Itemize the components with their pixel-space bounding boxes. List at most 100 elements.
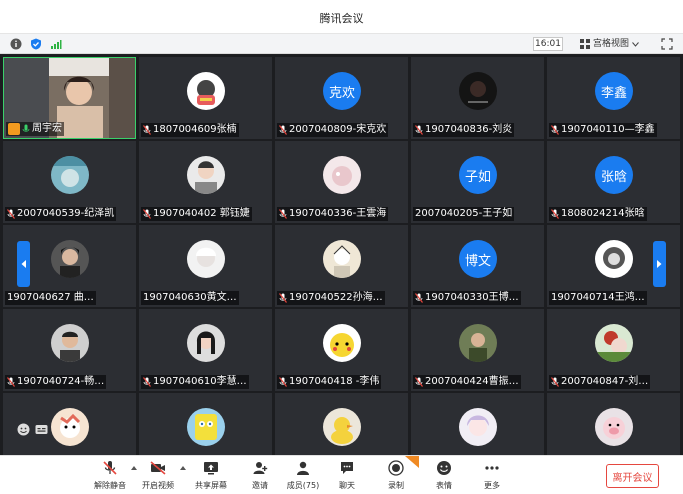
chat-button[interactable]: 聊天 [327, 460, 367, 492]
invite-user-icon [253, 462, 268, 474]
title-bar: 腾讯会议 [0, 0, 683, 34]
avatar [595, 240, 633, 278]
participant-name: 2007040847-刘… [549, 375, 651, 389]
avatar [187, 240, 225, 278]
emoji-label: 表情 [436, 481, 452, 490]
start-video-button[interactable]: 开启视频 [138, 460, 178, 492]
participant-name-text: 1907040110—李鑫 [561, 124, 655, 135]
participant-name: 2007040424曹振… [413, 375, 521, 389]
chat-icon [341, 462, 353, 474]
chevron-right-icon [657, 260, 662, 268]
avatar [595, 408, 633, 446]
share-screen-label: 共享屏幕 [195, 481, 227, 490]
participant-name: 1907040610李慧… [141, 375, 249, 389]
participant-name-text: 1907040836-刘炎 [425, 124, 513, 135]
participant-tile[interactable] [3, 393, 136, 455]
participant-name-text: 2007040809-宋克欢 [289, 124, 387, 135]
participant-name-text: 1907040627 曲… [7, 292, 94, 303]
avatar-text: 李鑫 [595, 72, 633, 110]
mic-muted-icon [279, 293, 287, 303]
host-badge-icon [8, 123, 20, 135]
caption-icon[interactable] [35, 423, 48, 436]
mic-options-caret-icon[interactable] [131, 465, 137, 471]
participant-tile[interactable]: 2007040539-纪泽凯 [3, 141, 136, 223]
participant-name-text: 1907040724-畅… [17, 376, 105, 387]
participant-tile[interactable] [411, 393, 544, 455]
record-button[interactable]: 录制 [376, 460, 416, 492]
meeting-timer: 16:01 [533, 37, 563, 51]
video-options-caret-icon[interactable] [180, 465, 186, 471]
participant-tile[interactable]: 李鑫 1907040110—李鑫 [547, 57, 680, 139]
participant-tile[interactable]: 博文 1907040330王博… [411, 225, 544, 307]
participant-name-text: 1807004609张楠 [153, 124, 237, 135]
avatar [459, 324, 497, 362]
members-label: 成员(75) [286, 481, 320, 490]
previous-page-button[interactable] [17, 241, 30, 287]
participant-name-text: 1907040610李慧… [153, 376, 247, 387]
participant-tile[interactable]: 1807004609张楠 [139, 57, 272, 139]
mic-muted-icon [7, 209, 15, 219]
participant-name: 1907040724-畅… [5, 375, 107, 389]
self-video-tile[interactable]: 周宇宏 [3, 57, 136, 139]
participant-tile[interactable]: 1907040610李慧… [139, 309, 272, 391]
avatar-text: 克欢 [323, 72, 361, 110]
participant-tile[interactable]: 2007040847-刘… [547, 309, 680, 391]
participant-grid: 周宇宏 1807004609张楠 克欢 2007040809-宋克欢 190704083… [0, 55, 683, 455]
participant-name: 2007040539-纪泽凯 [5, 207, 117, 221]
participant-name: 1907040627 曲… [5, 291, 96, 305]
invite-button[interactable]: 邀请 [240, 460, 280, 492]
signal-icon[interactable] [50, 38, 62, 50]
participant-name-text: 1907040630黄文… [143, 292, 237, 303]
participant-name: 1808024214张晗 [549, 207, 647, 221]
view-label: 宫格视图 [593, 39, 630, 49]
participant-name-text: 2007040539-纪泽凯 [17, 208, 115, 219]
reaction-icon[interactable] [17, 423, 30, 436]
participant-tile[interactable]: 1907040336-王雲海 [275, 141, 408, 223]
participant-tile[interactable] [547, 393, 680, 455]
avatar [51, 408, 89, 446]
participant-tile[interactable]: 1907040402 郭钰婕 [139, 141, 272, 223]
avatar [187, 72, 225, 110]
avatar [187, 408, 225, 446]
share-screen-button[interactable]: 共享屏幕 [191, 460, 231, 492]
participant-tile[interactable]: 1907040836-刘炎 [411, 57, 544, 139]
members-icon [297, 461, 309, 475]
participant-name-text: 2007040205-王子如 [415, 208, 513, 219]
shield-icon[interactable] [30, 38, 42, 50]
participant-tile[interactable]: 克欢 2007040809-宋克欢 [275, 57, 408, 139]
participant-tile[interactable]: 张晗 1808024214张晗 [547, 141, 680, 223]
participant-tile[interactable]: 1907040522孙海… [275, 225, 408, 307]
participant-tile[interactable]: 1907040724-畅… [3, 309, 136, 391]
invite-label: 邀请 [252, 481, 268, 490]
participant-name: 1907040402 郭钰婕 [141, 207, 252, 221]
leave-meeting-button[interactable]: 离开会议 [606, 464, 659, 488]
participant-name-text: 2007040847-刘… [561, 376, 649, 387]
grid-view-toggle[interactable]: 宫格视图 [580, 37, 639, 51]
avatar [459, 72, 497, 110]
emoji-button[interactable]: 表情 [424, 460, 464, 492]
fullscreen-icon[interactable] [660, 37, 674, 51]
participant-tile[interactable]: 1907040418 -李伟 [275, 309, 408, 391]
window-title: 腾讯会议 [319, 12, 364, 25]
more-icon [485, 466, 499, 470]
mic-muted-icon [415, 293, 423, 303]
participant-tile[interactable]: 1907040630黄文… [139, 225, 272, 307]
more-button[interactable]: 更多 [472, 460, 512, 492]
participant-tile[interactable] [139, 393, 272, 455]
chat-label: 聊天 [339, 481, 355, 490]
participant-tile[interactable] [275, 393, 408, 455]
camera-off-icon [150, 461, 166, 475]
avatar [51, 324, 89, 362]
participant-name: 1907040336-王雲海 [277, 207, 389, 221]
chevron-left-icon [21, 260, 26, 268]
info-icon[interactable] [10, 38, 22, 50]
members-button[interactable]: 成员(75) [283, 460, 323, 492]
participant-tile[interactable]: 2007040424曹振… [411, 309, 544, 391]
participant-name: 1907040630黄文… [141, 291, 239, 305]
unmute-button[interactable]: 解除静音 [90, 460, 130, 492]
next-page-button[interactable] [653, 241, 666, 287]
participant-tile[interactable]: 子如 2007040205-王子如 [411, 141, 544, 223]
participant-name-text: 1907040714王鸿… [551, 292, 645, 303]
emoji-icon [437, 461, 451, 475]
avatar-text: 张晗 [595, 156, 633, 194]
